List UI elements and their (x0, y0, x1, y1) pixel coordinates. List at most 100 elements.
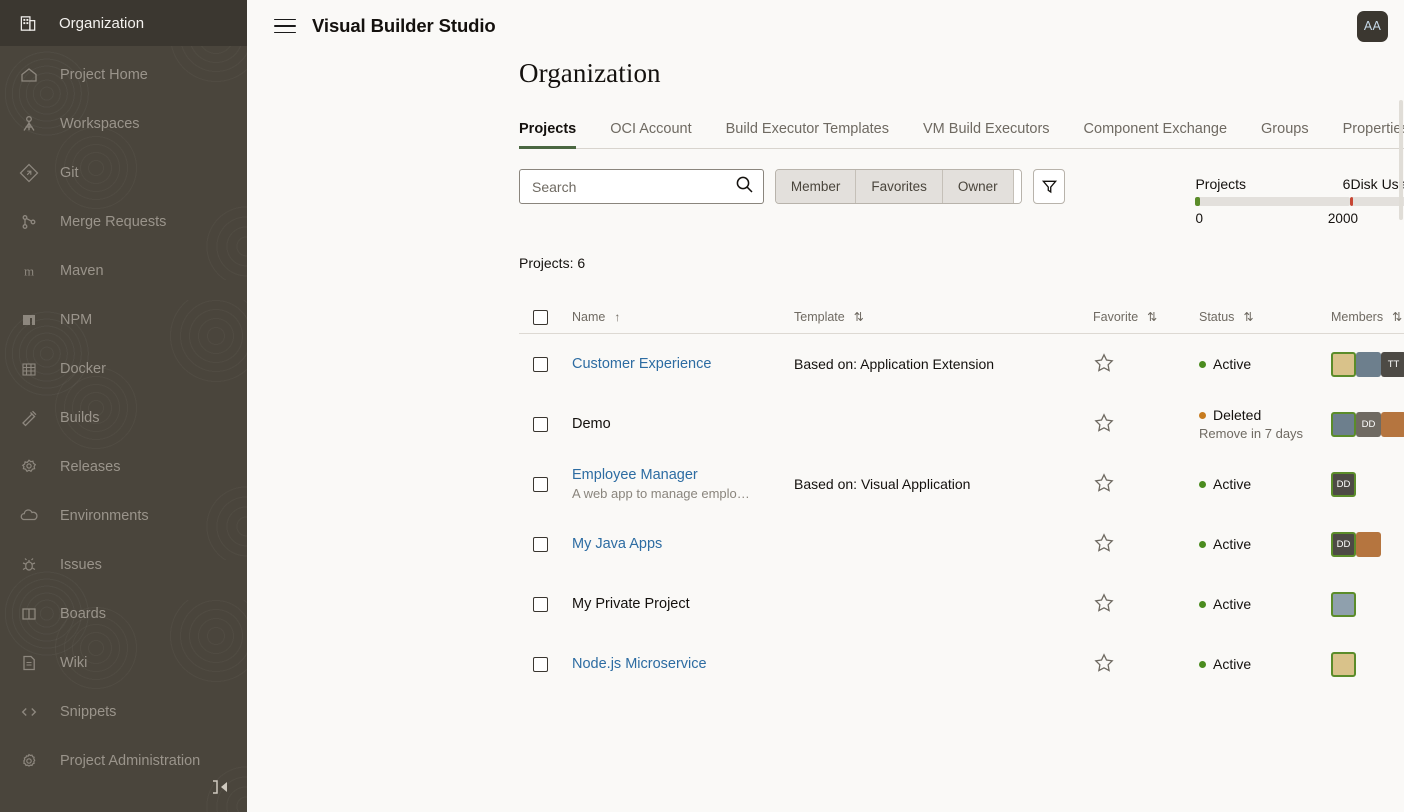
row-checkbox[interactable] (533, 537, 548, 552)
cell-name: Employee ManagerA web app to manage empl… (572, 467, 794, 501)
avatar[interactable]: AA (1357, 11, 1388, 42)
project-name[interactable]: Node.js Microservice (572, 656, 794, 672)
stat-label: Disk Usage (1350, 176, 1404, 192)
tab-component-exchange[interactable]: Component Exchange (1084, 121, 1228, 148)
sidebar-item-label: Issues (60, 557, 102, 573)
cell-members: DD (1331, 412, 1404, 437)
stat-disk-usage: Disk Usage 48.71 MB 0 20 GB (1350, 176, 1404, 226)
sort-icon[interactable]: ⇅ (1147, 311, 1156, 323)
favorite-star-icon[interactable] (1093, 652, 1115, 677)
sort-icon[interactable]: ⇅ (1392, 311, 1401, 323)
search-icon[interactable] (734, 174, 755, 200)
tab-vm-build-executors[interactable]: VM Build Executors (923, 121, 1050, 148)
segment-favorites[interactable]: Favorites (856, 170, 943, 203)
projects-count: Projects: 6 (519, 255, 585, 271)
avatar[interactable]: DD (1331, 472, 1356, 497)
docker-icon (14, 359, 44, 379)
row-checkbox[interactable] (533, 657, 548, 672)
sidebar-item-project-home[interactable]: Project Home (0, 50, 247, 99)
sort-icon[interactable]: ⇅ (1243, 311, 1252, 323)
cell-members (1331, 592, 1404, 617)
tab-groups[interactable]: Groups (1261, 121, 1309, 148)
table-row[interactable]: Customer ExperienceBased on: Application… (519, 334, 1404, 394)
sort-icon[interactable]: ⇅ (854, 311, 863, 323)
tab-projects[interactable]: Projects (519, 121, 576, 148)
sort-asc-icon[interactable]: ↑ (614, 311, 619, 323)
status-dot (1199, 412, 1206, 419)
status-dot (1199, 661, 1206, 668)
avatar[interactable] (1331, 412, 1356, 437)
segment-owner[interactable]: Owner (943, 170, 1014, 203)
table-row[interactable]: My Private ProjectActive15.79 MB••• (519, 574, 1404, 634)
project-name[interactable]: My Java Apps (572, 536, 794, 552)
search-input[interactable] (532, 179, 734, 195)
segment-member[interactable]: Member (776, 170, 857, 203)
table-row[interactable]: My Java AppsActiveDD14.98 MB••• (519, 514, 1404, 574)
avatar[interactable] (1381, 412, 1404, 437)
cell-favorite (1093, 652, 1199, 677)
sidebar-item-workspaces[interactable]: Workspaces (0, 99, 247, 148)
sidebar-item-boards[interactable]: Boards (0, 589, 247, 638)
avatar[interactable] (1356, 352, 1381, 377)
list-header: Projects: 6 Update Selected (519, 245, 1404, 281)
project-name[interactable]: Employee Manager (572, 467, 794, 483)
sidebar-item-wiki[interactable]: Wiki (0, 638, 247, 687)
funnel-icon[interactable] (1033, 169, 1065, 204)
project-name[interactable]: Customer Experience (572, 356, 794, 372)
sidebar-item-snippets[interactable]: Snippets (0, 687, 247, 736)
column-header-name[interactable]: Name ↑ (572, 310, 794, 324)
segment-all[interactable]: All (1014, 170, 1022, 203)
avatar[interactable] (1356, 532, 1381, 557)
sidebar-item-maven[interactable]: m Maven (0, 246, 247, 295)
avatar[interactable]: DD (1356, 412, 1381, 437)
table-row[interactable]: Node.js MicroserviceActive13.96 MB••• (519, 634, 1404, 694)
sidebar-org-header[interactable]: Organization (0, 0, 247, 46)
sidebar-item-label: Maven (60, 263, 104, 279)
select-all-checkbox[interactable] (533, 310, 548, 325)
row-checkbox[interactable] (533, 417, 548, 432)
favorite-star-icon[interactable] (1093, 592, 1115, 617)
favorite-star-icon[interactable] (1093, 412, 1115, 437)
row-checkbox[interactable] (533, 477, 548, 492)
top-bar: Visual Builder Studio AA (247, 0, 1404, 52)
table-row[interactable]: DemoDeletedRemove in 7 daysDD13.39 MB••• (519, 394, 1404, 454)
sidebar-item-npm[interactable]: NPM (0, 295, 247, 344)
sidebar-item-merge-requests[interactable]: Merge Requests (0, 197, 247, 246)
sidebar-item-issues[interactable]: Issues (0, 540, 247, 589)
row-checkbox[interactable] (533, 597, 548, 612)
avatar[interactable]: TT (1381, 352, 1404, 377)
sidebar-item-releases[interactable]: Releases (0, 442, 247, 491)
column-header-favorite[interactable]: Favorite ⇅ (1093, 310, 1199, 324)
avatar[interactable] (1331, 352, 1356, 377)
avatar[interactable] (1331, 652, 1356, 677)
tab-properties[interactable]: Properties (1343, 121, 1404, 148)
sidebar-item-label: Snippets (60, 704, 116, 720)
collapse-panel-icon[interactable] (207, 774, 233, 800)
vertical-scrollbar[interactable] (1399, 100, 1403, 220)
wiki-icon (14, 653, 44, 673)
tab-oci-account[interactable]: OCI Account (610, 121, 691, 148)
favorite-star-icon[interactable] (1093, 352, 1115, 377)
sidebar-item-docker[interactable]: Docker (0, 344, 247, 393)
status-label: Active (1213, 536, 1251, 552)
releases-icon (14, 457, 44, 477)
search-box[interactable] (519, 169, 764, 204)
column-label: Status (1199, 310, 1234, 324)
column-header-status[interactable]: Status ⇅ (1199, 310, 1331, 324)
row-checkbox-cell (519, 357, 572, 372)
table-row[interactable]: Employee ManagerA web app to manage empl… (519, 454, 1404, 514)
row-checkbox[interactable] (533, 357, 548, 372)
avatar[interactable] (1331, 592, 1356, 617)
favorite-star-icon[interactable] (1093, 532, 1115, 557)
sidebar-item-builds[interactable]: Builds (0, 393, 247, 442)
builds-icon (14, 408, 44, 428)
row-checkbox-cell (519, 537, 572, 552)
sidebar-item-git[interactable]: Git (0, 148, 247, 197)
sidebar-item-environments[interactable]: Environments (0, 491, 247, 540)
favorite-star-icon[interactable] (1093, 472, 1115, 497)
column-header-template[interactable]: Template ⇅ (794, 310, 1093, 324)
column-header-members[interactable]: Members ⇅ (1331, 310, 1404, 324)
avatar[interactable]: DD (1331, 532, 1356, 557)
tab-build-executor-templates[interactable]: Build Executor Templates (726, 121, 889, 148)
hamburger-icon[interactable] (274, 14, 296, 39)
